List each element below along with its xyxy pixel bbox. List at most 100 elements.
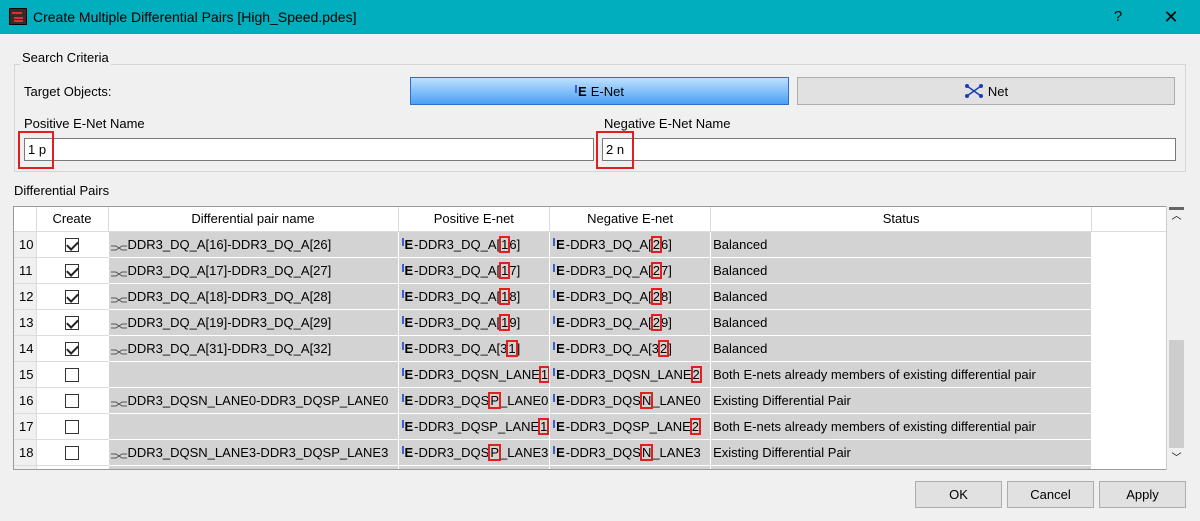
e-net-toggle-button[interactable]: E E-Net — [410, 77, 789, 105]
negative-enet-suffix: _LANE3 — [652, 444, 701, 460]
positive-enet-cell[interactable]: E-DDR3_DQ_A[18] — [398, 283, 551, 310]
status-cell: Balanced — [710, 283, 1093, 310]
create-checkbox[interactable] — [65, 341, 79, 356]
pair-name-cell[interactable]: DDR3_DQ_A[19]-DDR3_DQ_A[29] — [108, 309, 399, 336]
vertical-scrollbar[interactable]: ︿ ﹀ — [1166, 206, 1186, 470]
negative-enet-text: DDR3_DQS — [570, 392, 641, 408]
create-checkbox[interactable] — [65, 289, 79, 304]
scroll-up-arrow-icon[interactable]: ︿ — [1167, 208, 1186, 226]
cancel-button[interactable]: Cancel — [1007, 481, 1094, 508]
table-row[interactable]: 15 E-DDR3_DQSN_LANE1 E-DDR3_DQSN_LANE2 Both… — [14, 361, 1170, 388]
table-row[interactable]: 18 DDR3_DQSN_LANE3-DDR3_DQSP_LANE3 E-DDR3_… — [14, 439, 1170, 466]
positive-enet-name-input[interactable] — [24, 138, 594, 161]
negative-enet-text: DDR3_DQ_A[ — [570, 288, 652, 304]
column-header-positive-enet[interactable]: Positive E-net — [398, 207, 551, 232]
pair-name-cell[interactable]: DDR3_DQ_A[18]-DDR3_DQ_A[28] — [108, 283, 399, 310]
scrollbar-thumb[interactable] — [1169, 340, 1184, 448]
help-button[interactable]: ? — [1106, 6, 1130, 28]
positive-enet-cell[interactable]: E-DDR3_DQSP_LANE0 — [398, 387, 551, 414]
pair-name-cell[interactable] — [108, 361, 399, 388]
negative-enet-cell[interactable]: E-DDR3_DQ_A[29] — [549, 309, 712, 336]
create-cell[interactable] — [36, 309, 109, 336]
create-cell[interactable] — [36, 257, 109, 284]
column-header-create[interactable]: Create — [36, 207, 109, 232]
table-row[interactable]: 13 DDR3_DQ_A[19]-DDR3_DQ_A[29] E-DDR3_DQ_A… — [14, 309, 1170, 336]
create-cell[interactable] — [36, 361, 109, 388]
positive-enet-suffix: 8] — [509, 288, 521, 304]
positive-enet-cell[interactable]: E-DDR3_DQSP_LANE1 — [398, 413, 551, 440]
negative-match-highlight: 2 — [650, 261, 663, 279]
e-net-icon: E — [401, 263, 413, 278]
negative-enet-cell[interactable]: E-DDR3_DQ_A[27] — [549, 257, 712, 284]
create-cell[interactable] — [36, 231, 109, 258]
row-filler — [1091, 413, 1170, 440]
negative-enet-cell[interactable]: E-DDR3_DQ_A[28] — [549, 283, 712, 310]
negative-enet-cell[interactable]: E-DDR3_DQSN_LANE2 — [549, 361, 712, 388]
e-net-icon: E — [553, 419, 565, 434]
create-cell[interactable] — [36, 387, 109, 414]
positive-match-highlight: 1 — [499, 235, 511, 253]
row-number: 13 — [14, 309, 37, 336]
column-header-negative-enet[interactable]: Negative E-net — [549, 207, 712, 232]
create-cell[interactable] — [36, 283, 109, 310]
net-toggle-button[interactable]: Net — [797, 77, 1175, 105]
close-button[interactable]: ✕ — [1156, 4, 1186, 30]
create-checkbox[interactable] — [65, 263, 79, 278]
negative-enet-name-input[interactable] — [602, 138, 1176, 161]
create-checkbox[interactable] — [65, 237, 79, 252]
row-filler — [1091, 283, 1170, 310]
positive-enet-cell[interactable]: E-DDR3_DQ_A[19] — [398, 309, 551, 336]
positive-enet-cell[interactable]: E-DDR3_DQ_A[17] — [398, 257, 551, 284]
differential-pairs-table[interactable]: Create Differential pair name Positive E… — [13, 206, 1186, 470]
table-row[interactable]: 16 DDR3_DQSN_LANE0-DDR3_DQSP_LANE0 E-DDR3_… — [14, 387, 1170, 414]
create-checkbox[interactable] — [65, 445, 79, 460]
positive-enet-cell[interactable]: E-DDR3_DQSN_LANE1 — [398, 361, 551, 388]
negative-enet-cell[interactable]: E-DDR3_DQSN_LANE3 — [549, 439, 712, 466]
negative-enet-cell[interactable]: E-DDR3_DQ_A[26] — [549, 231, 712, 258]
negative-enet-cell[interactable]: E-DDR3_DQSP_LANE2 — [549, 413, 712, 440]
table-row[interactable]: 17 E-DDR3_DQSP_LANE1 E-DDR3_DQSP_LANE2 Both… — [14, 413, 1170, 440]
negative-match-highlight: 2 — [650, 313, 663, 331]
positive-enet-name-label: Positive E-Net Name — [24, 116, 145, 131]
diff-pair-icon — [110, 396, 127, 407]
positive-enet-cell[interactable]: E-DDR3_DQSP_LANE3 — [398, 439, 551, 466]
positive-enet-cell[interactable]: E-DDR3_DQ_A[16] — [398, 231, 551, 258]
table-row[interactable]: 10 DDR3_DQ_A[16]-DDR3_DQ_A[26] E-DDR3_DQ_A… — [14, 231, 1170, 258]
positive-enet-cell[interactable]: E-DDR3_DQ_A[31] — [398, 335, 551, 362]
title-bar: Create Multiple Differential Pairs [High… — [0, 0, 1200, 34]
pair-name-cell[interactable] — [108, 413, 399, 440]
pair-name-cell — [108, 465, 399, 469]
column-header-status[interactable]: Status — [710, 207, 1093, 232]
positive-match-highlight: 1 — [499, 287, 511, 305]
pair-name-cell[interactable]: DDR3_DQSN_LANE3-DDR3_DQSP_LANE3 — [108, 439, 399, 466]
table-row[interactable]: 14 DDR3_DQ_A[31]-DDR3_DQ_A[32] E-DDR3_DQ_A… — [14, 335, 1170, 362]
positive-enet-suffix: ] — [516, 340, 521, 356]
negative-match-highlight: 2 — [690, 365, 702, 383]
column-header-pair-name[interactable]: Differential pair name — [108, 207, 399, 232]
pair-name-cell[interactable]: DDR3_DQ_A[31]-DDR3_DQ_A[32] — [108, 335, 399, 362]
create-cell[interactable] — [36, 335, 109, 362]
pair-name-cell[interactable]: DDR3_DQ_A[16]-DDR3_DQ_A[26] — [108, 231, 399, 258]
negative-enet-cell[interactable]: E-DDR3_DQSN_LANE0 — [549, 387, 712, 414]
create-checkbox[interactable] — [65, 419, 79, 434]
create-cell[interactable] — [36, 439, 109, 466]
table-row[interactable]: 12 DDR3_DQ_A[18]-DDR3_DQ_A[28] E-DDR3_DQ_A… — [14, 283, 1170, 310]
scroll-down-arrow-icon[interactable]: ﹀ — [1167, 450, 1186, 468]
ok-button[interactable]: OK — [915, 481, 1002, 508]
create-cell[interactable] — [36, 413, 109, 440]
status-cell: Existing Differential Pair — [710, 439, 1093, 466]
pair-name-cell[interactable]: DDR3_DQSN_LANE0-DDR3_DQSP_LANE0 — [108, 387, 399, 414]
pair-name-cell[interactable]: DDR3_DQ_A[17]-DDR3_DQ_A[27] — [108, 257, 399, 284]
apply-button[interactable]: Apply — [1099, 481, 1186, 508]
positive-match-highlight: 1 — [499, 313, 511, 331]
positive-enet-text: DDR3_DQ_A[ — [418, 314, 501, 330]
negative-enet-suffix: 9] — [661, 314, 672, 330]
create-checkbox[interactable] — [65, 393, 79, 408]
e-net-icon: E — [553, 315, 565, 330]
negative-enet-text: DDR3_DQ_A[3 — [570, 340, 660, 356]
create-checkbox[interactable] — [65, 315, 79, 330]
table-row[interactable]: 11 DDR3_DQ_A[17]-DDR3_DQ_A[27] E-DDR3_DQ_A… — [14, 257, 1170, 284]
row-number: 18 — [14, 439, 37, 466]
create-checkbox[interactable] — [65, 367, 79, 382]
negative-enet-cell[interactable]: E-DDR3_DQ_A[32] — [549, 335, 712, 362]
